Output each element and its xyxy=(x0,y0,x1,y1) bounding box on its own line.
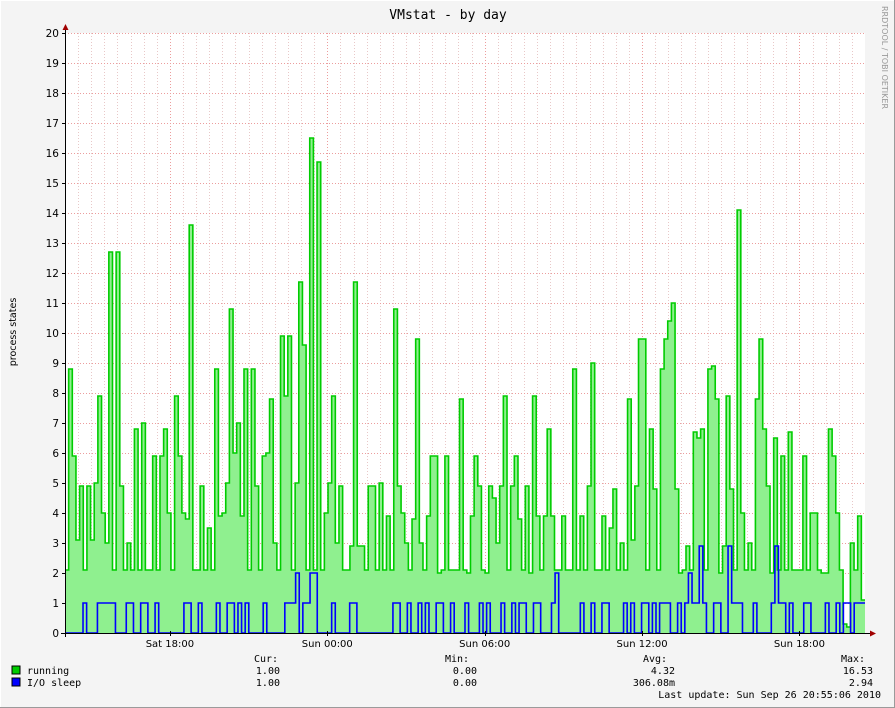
legend-swatch-running xyxy=(11,665,21,675)
legend-avg-io-sleep: 306.08m xyxy=(633,678,675,689)
y-axis-label: process states xyxy=(8,298,19,367)
legend-min-io-sleep: 0.00 xyxy=(453,678,477,689)
y-tick-label: 10 xyxy=(46,328,59,340)
y-tick-label: 11 xyxy=(46,298,59,310)
legend-cur-io-sleep: 1.00 xyxy=(256,678,280,689)
legend-max-running: 16.53 xyxy=(843,666,873,677)
chart-title: VMstat - by day xyxy=(389,8,507,23)
legend-cur-running: 1.00 xyxy=(256,666,280,677)
legend-max-io-sleep: 2.94 xyxy=(849,678,873,689)
chart-canvas: VMstat - by day process states RRDTOOL /… xyxy=(0,0,895,708)
y-tick-label: 6 xyxy=(52,448,59,460)
y-tick-label: 15 xyxy=(46,178,59,190)
legend-avg-running: 4.32 xyxy=(651,666,675,677)
x-tick-label: Sun 18:00 xyxy=(774,639,825,650)
rrdtool-watermark: RRDTOOL / TOBI OETIKER xyxy=(880,6,889,109)
y-tick-label: 18 xyxy=(46,88,59,100)
legend-header-min: Min: xyxy=(445,654,469,665)
x-tick-label: Sun 00:00 xyxy=(302,639,353,650)
y-tick-label: 20 xyxy=(46,28,59,40)
legend-swatch-io-sleep xyxy=(11,677,21,687)
x-tick-label: Sun 12:00 xyxy=(617,639,668,650)
y-tick-label: 3 xyxy=(52,538,59,550)
y-tick-label: 13 xyxy=(46,238,59,250)
legend-header-cur: Cur: xyxy=(254,654,278,665)
legend-min-running: 0.00 xyxy=(453,666,477,677)
y-tick-label: 1 xyxy=(52,598,59,610)
y-tick-label: 17 xyxy=(46,118,59,130)
vmstat-chart: VMstat - by day process states RRDTOOL /… xyxy=(0,0,895,708)
legend-label-running: running xyxy=(27,666,69,677)
y-tick-label: 14 xyxy=(46,208,60,220)
x-tick-label: Sat 18:00 xyxy=(146,639,194,650)
last-update: Last update: Sun Sep 26 20:55:06 2010 xyxy=(658,690,881,701)
y-tick-label: 5 xyxy=(52,478,59,490)
y-tick-label: 7 xyxy=(52,418,59,430)
legend-label-io-sleep: I/O sleep xyxy=(27,678,81,689)
y-tick-label: 16 xyxy=(46,148,60,160)
y-tick-label: 4 xyxy=(52,508,59,520)
x-tick-label: Sun 06:00 xyxy=(459,639,510,650)
y-tick-label: 19 xyxy=(46,58,59,70)
legend-header-avg: Avg: xyxy=(643,654,667,665)
y-tick-label: 12 xyxy=(46,268,59,280)
legend-header-max: Max: xyxy=(841,654,865,665)
y-tick-label: 9 xyxy=(52,358,59,370)
y-tick-label: 8 xyxy=(52,388,59,400)
y-tick-label: 0 xyxy=(52,628,59,640)
y-tick-label: 2 xyxy=(52,568,59,580)
